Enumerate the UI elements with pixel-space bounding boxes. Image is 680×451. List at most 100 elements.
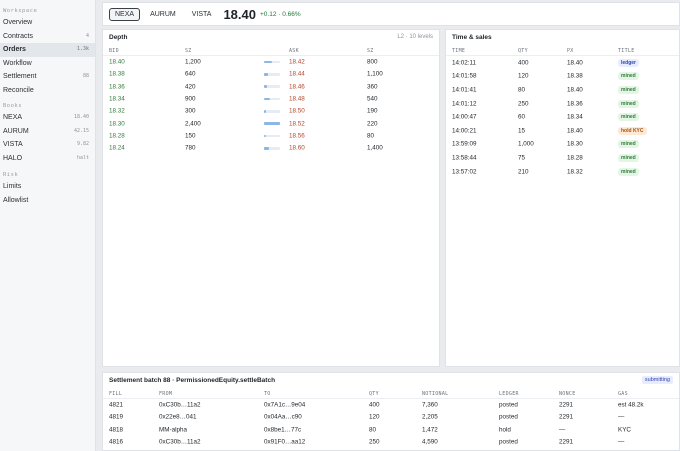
- settlement-notional: 4,590: [422, 438, 438, 446]
- depth-bar-track: [264, 134, 280, 138]
- sidebar-item-label: Limits: [3, 183, 22, 190]
- ask-price: 18.46: [289, 83, 305, 91]
- trade-status-badge: mined: [618, 140, 639, 149]
- depth-row: 18.34 900 18.48 540: [103, 93, 439, 105]
- settlement-nonce: —: [559, 426, 566, 434]
- depth-header: Depth L2 · 10 levels: [103, 30, 439, 44]
- sidebar-item-workflow[interactable]: Workflow: [0, 57, 95, 71]
- sidebar-section-title: Books: [3, 103, 23, 109]
- bid-size: 150: [185, 132, 196, 140]
- settlement-to: 0x04Aa…c90: [264, 413, 302, 421]
- trade-row: 14:01:58 120 18.38 mined: [446, 70, 679, 84]
- sidebar-item-count: 18.40: [73, 114, 89, 120]
- settlement-header: Settlement batch 88 · PermissionedEquity…: [103, 373, 679, 387]
- settlement-table: FILL FROM TO QTY NOTIONAL LEDGER NONCE GAS 4821 0…: [103, 389, 679, 448]
- sidebar-item-settlement[interactable]: Settlement 88: [0, 70, 95, 84]
- nonce-header: NONCE: [559, 390, 576, 397]
- trade-status-badge: mined: [618, 167, 639, 176]
- trade-qty: 250: [518, 100, 529, 108]
- title-header: TITLE: [618, 47, 635, 54]
- ask-size-header: SZ: [367, 47, 374, 54]
- depth-row: 18.24 780 18.60 1,400: [103, 142, 439, 154]
- trade-time: 14:02:11: [452, 59, 477, 67]
- depth-row: 18.40 1,200 18.42 800: [103, 56, 439, 68]
- sidebar-item-limits[interactable]: Limits: [0, 180, 95, 194]
- settlement-gas: est 48.2k: [618, 401, 644, 409]
- sidebar-section-title: Workspace: [3, 8, 38, 14]
- trade-status-badge: ledger: [618, 58, 640, 67]
- trade-status-badge: mined: [618, 153, 639, 162]
- sidebar-section: Risk Limits Allowlist: [0, 170, 95, 207]
- fill-header: FILL: [109, 390, 123, 397]
- trade-price: 18.34: [567, 113, 583, 121]
- sidebar-item-label: Orders: [3, 46, 26, 53]
- qty-header: QTY: [369, 390, 379, 397]
- sidebar-item-count: 4: [85, 32, 89, 39]
- depth-row: 18.38 640 18.44 1,100: [103, 68, 439, 80]
- bid-size: 1,200: [185, 58, 201, 66]
- trade-time: 13:57:02: [452, 168, 477, 176]
- ask-price: 18.60: [289, 144, 305, 152]
- trade-row: 14:01:12 250 18.36 mined: [446, 97, 679, 111]
- sidebar-item-reconcile[interactable]: Reconcile: [0, 84, 95, 98]
- trade-price: 18.30: [567, 140, 583, 148]
- trade-status-badge: mined: [618, 85, 639, 94]
- trade-qty: 120: [518, 72, 529, 80]
- trade-time: 13:58:44: [452, 154, 477, 162]
- trade-price: 18.40: [567, 59, 583, 67]
- px-header: PX: [567, 47, 574, 54]
- settlement-qty: 80: [369, 426, 377, 434]
- sidebar-item-aurum[interactable]: AURUM 42.15: [0, 125, 95, 139]
- sidebar-item-count: halt: [76, 154, 89, 161]
- depth-row: 18.36 420 18.46 360: [103, 81, 439, 93]
- ticker-bar: NEXA AURUM VISTA 18.40 +0.12 · 0.66%: [102, 2, 680, 26]
- ticker-tab-vista[interactable]: VISTA: [186, 8, 218, 21]
- settlement-nonce: 2291: [559, 438, 574, 446]
- trade-row: 14:01:41 80 18.40 mined: [446, 83, 679, 97]
- sidebar-item-label: Allowlist: [3, 196, 29, 204]
- trade-row: 13:58:44 75 18.28 mined: [446, 151, 679, 165]
- bid-size: 900: [185, 95, 196, 103]
- ticker-tab-nexa[interactable]: NEXA: [109, 7, 141, 21]
- settlement-status-badge: submitting: [641, 376, 673, 384]
- ledger-header: LEDGER: [499, 390, 519, 397]
- trade-row: 14:00:47 60 18.34 mined: [446, 110, 679, 124]
- sidebar-item-halo[interactable]: HALO halt: [0, 152, 95, 166]
- sidebar-item-count: 1.3k: [76, 46, 89, 52]
- sidebar-item-allowlist[interactable]: Allowlist: [0, 194, 95, 208]
- settlement-to: 0x91F0…aa12: [264, 438, 306, 446]
- settlement-ledger: posted: [499, 413, 518, 421]
- settlement-from: MM-alpha: [159, 426, 187, 434]
- sidebar-item-vista[interactable]: VISTA 9.82: [0, 138, 95, 152]
- trade-qty: 400: [518, 59, 529, 67]
- ask-size: 1,400: [367, 144, 383, 152]
- notional-header: NOTIONAL: [422, 390, 449, 397]
- settlement-gas: —: [618, 438, 625, 446]
- settlement-row: 4818 MM-alpha 0x8be1…77c 80 1,472 hold — KYC: [103, 424, 679, 436]
- time-sales-panel: Time & sales TIME QTY PX TITLE 14:02:11 400 18…: [445, 29, 680, 367]
- settlement-title: Settlement batch 88 · PermissionedEquity…: [109, 376, 276, 384]
- depth-row: 18.28 150 18.56 80: [103, 130, 439, 142]
- trade-status-badge: mined: [618, 113, 639, 122]
- bid-size: 300: [185, 107, 196, 115]
- settlement-row: 4821 0xC30b…11a2 0x7A1c…9e04 400 7,360 posted…: [103, 399, 679, 411]
- ticker-tab-aurum[interactable]: AURUM: [144, 8, 182, 21]
- trade-qty: 210: [518, 168, 529, 176]
- trade-row: 13:57:02 210 18.32 mined: [446, 165, 679, 179]
- trade-status-badge: hold KYC: [618, 126, 647, 135]
- sidebar-item-nexa[interactable]: NEXA 18.40: [0, 111, 95, 125]
- settlement-notional: 2,205: [422, 413, 438, 421]
- sidebar-item-label: Overview: [3, 19, 33, 26]
- settlement-to: 0x7A1c…9e04: [264, 401, 306, 409]
- sidebar-item-overview[interactable]: Overview: [0, 16, 95, 30]
- trade-price: 18.28: [567, 154, 583, 162]
- sidebar-item-orders[interactable]: Orders 1.3k: [0, 43, 95, 57]
- time-header: TIME: [452, 47, 466, 54]
- sidebar-section: Workspace Overview Contracts 4 Orders 1.3k Wor…: [0, 6, 95, 97]
- bid-size: 640: [185, 70, 196, 78]
- sidebar-item-contracts[interactable]: Contracts 4: [0, 30, 95, 44]
- bid-header: BID: [109, 47, 119, 54]
- bid-size: 780: [185, 144, 196, 152]
- bid-size: 2,400: [185, 120, 201, 128]
- depth-bar: [264, 110, 266, 113]
